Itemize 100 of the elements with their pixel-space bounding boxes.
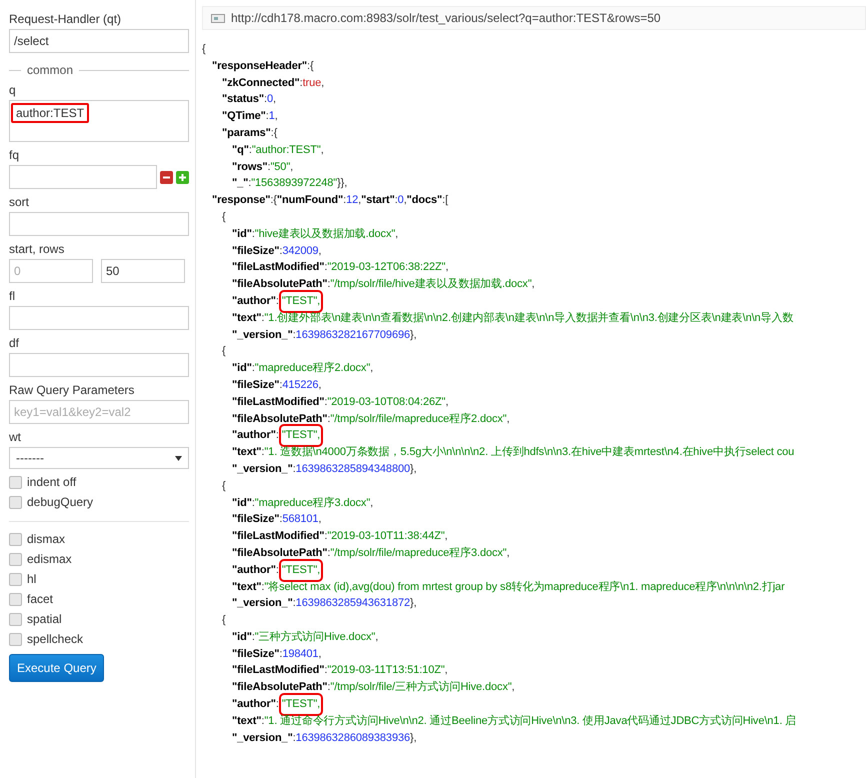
json-punctuation: : xyxy=(261,714,264,729)
json-punctuation: : xyxy=(324,394,328,410)
json-punctuation: :{ xyxy=(270,193,277,208)
option-checkbox[interactable]: indent off xyxy=(9,475,189,489)
start-input[interactable]: 0 xyxy=(9,259,93,283)
json-punctuation: : xyxy=(327,680,330,696)
json-key: "author" xyxy=(232,292,276,310)
text-input[interactable] xyxy=(9,353,189,377)
json-number: 1 xyxy=(268,109,275,124)
json-string: "1. 造数据\n4000万条数据，5.5g大小\n\n\n\n2. 上传到hdfs\n\n3.在hive中建表mrtest\n4.在hive中执行select cou xyxy=(264,445,794,460)
field-label: wt xyxy=(9,430,22,444)
json-punctuation: }}, xyxy=(337,176,348,192)
json-string: "/tmp/solr/file/三种方式访问Hive.docx" xyxy=(330,680,512,696)
json-punctuation: , xyxy=(532,277,535,292)
json-string: "2019-03-10T11:38:44Z" xyxy=(327,529,445,544)
json-punctuation: { xyxy=(222,613,226,628)
link-icon xyxy=(211,14,225,22)
json-string: "TEST", xyxy=(282,696,320,713)
json-number: 1639863286089383936 xyxy=(296,730,410,746)
json-punctuation: , xyxy=(358,193,362,208)
json-key: "text" xyxy=(232,712,262,730)
text-input[interactable]: key1=val1&key2=val2 xyxy=(9,400,189,424)
json-punctuation: : xyxy=(276,697,279,712)
field-label: fq xyxy=(9,148,20,162)
json-punctuation: : xyxy=(324,260,328,276)
json-punctuation: : xyxy=(279,512,282,528)
json-punctuation: : xyxy=(252,226,255,242)
add-icon[interactable] xyxy=(176,170,189,184)
parser-checkbox[interactable]: edismax xyxy=(9,552,189,566)
json-string: "将select max (id),avg(dou) from mrtest group by s8转化为mapreduce程序\n1. mapreduce程序\n\n\n\n2.打jar xyxy=(264,580,785,594)
execute-query-button[interactable]: Execute Query xyxy=(9,654,104,682)
json-punctuation: : xyxy=(279,244,282,259)
json-punctuation: , xyxy=(506,412,510,427)
json-punctuation: , xyxy=(506,546,510,561)
json-key: "text" xyxy=(232,578,262,596)
json-punctuation: :{ xyxy=(270,126,278,141)
json-number: 1639863285943631872 xyxy=(296,596,410,612)
json-key: "fileAbsolutePath" xyxy=(232,276,328,293)
json-string: "TEST", xyxy=(282,562,320,578)
parser-checkbox[interactable]: facet xyxy=(9,592,189,606)
remove-icon[interactable] xyxy=(160,170,173,184)
json-punctuation: : xyxy=(324,529,328,544)
json-punctuation: { xyxy=(222,478,226,494)
json-punctuation: : xyxy=(261,580,264,594)
json-key: "fileAbsolutePath" xyxy=(232,410,328,428)
json-key: "fileLastModified" xyxy=(232,394,324,411)
parser-checkbox[interactable]: dismax xyxy=(9,532,189,546)
fq-input[interactable] xyxy=(9,165,157,189)
parser-checkbox[interactable]: hl xyxy=(9,572,189,586)
field-label: fl xyxy=(9,289,16,303)
wt-select[interactable]: ------- xyxy=(9,447,189,469)
json-punctuation: : xyxy=(276,428,279,444)
json-punctuation: : xyxy=(343,193,346,208)
json-punctuation: : xyxy=(324,663,328,678)
json-key: "author" xyxy=(232,562,276,578)
json-key: "_version_" xyxy=(232,730,293,746)
json-punctuation: : xyxy=(261,445,264,460)
json-key: "_version_" xyxy=(232,595,293,612)
json-key: "_" xyxy=(232,175,248,192)
json-key: "start" xyxy=(361,192,395,209)
parser-checkbox[interactable]: spellcheck xyxy=(9,632,189,646)
json-punctuation: , xyxy=(512,680,515,696)
request-handler-input[interactable]: /select xyxy=(9,29,189,53)
query-textarea[interactable]: author:TEST xyxy=(9,100,189,142)
json-punctuation: : xyxy=(279,646,282,662)
parser-checkbox[interactable]: spatial xyxy=(9,612,189,626)
json-key: "author" xyxy=(232,427,276,444)
json-punctuation: }, xyxy=(410,462,417,477)
field-label: q xyxy=(9,83,17,97)
json-punctuation: : xyxy=(276,562,279,578)
json-punctuation: : xyxy=(252,630,255,645)
json-punctuation: , xyxy=(318,512,322,528)
json-punctuation: : xyxy=(327,546,330,561)
json-punctuation: : xyxy=(268,160,270,175)
json-key: "id" xyxy=(232,360,252,377)
json-punctuation: , xyxy=(375,630,378,645)
text-input[interactable] xyxy=(9,212,189,236)
json-punctuation: { xyxy=(202,42,206,57)
text-input[interactable] xyxy=(9,306,189,330)
json-punctuation: , xyxy=(370,361,374,376)
json-punctuation: : xyxy=(276,294,279,309)
json-key: "fileAbsolutePath" xyxy=(232,679,328,696)
field-label: Raw Query Parameters xyxy=(9,383,136,397)
request-url[interactable]: http://cdh178.macro.com:8983/solr/test_various/select?q=author:TEST&rows=50 xyxy=(231,11,661,25)
json-key: "_version_" xyxy=(232,460,293,478)
json-punctuation: , xyxy=(370,496,374,511)
json-punctuation: : xyxy=(279,378,282,393)
json-number: 0 xyxy=(398,193,404,208)
json-string: "2019-03-10T08:04:26Z" xyxy=(327,394,446,410)
json-key: "id" xyxy=(232,628,252,646)
option-checkbox[interactable]: debugQuery xyxy=(9,495,189,509)
field-label: sort xyxy=(9,195,30,209)
json-boolean: true xyxy=(302,76,322,91)
json-key: "fileAbsolutePath" xyxy=(232,544,328,562)
rows-input[interactable]: 50 xyxy=(101,259,185,283)
query-value: author:TEST xyxy=(11,103,90,123)
json-key: "response" xyxy=(212,192,270,209)
json-string: "2019-03-11T13:51:10Z" xyxy=(327,663,445,678)
json-punctuation: : xyxy=(327,412,330,427)
json-punctuation: : xyxy=(266,109,269,124)
